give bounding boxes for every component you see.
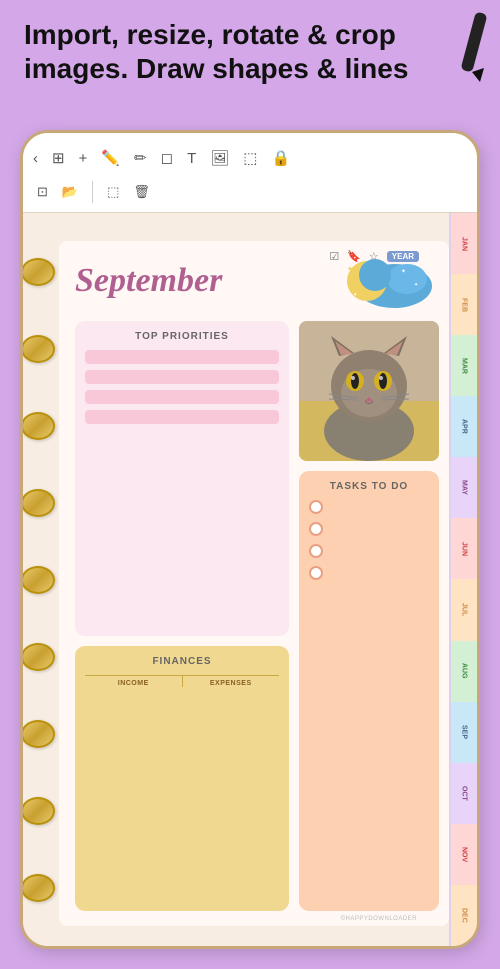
ring-2 [23, 335, 55, 363]
tab-dec[interactable]: DEC [449, 885, 477, 946]
priority-line-1 [85, 350, 279, 364]
lock-icon[interactable]: 🔒 [271, 149, 290, 167]
toolbar-row2: ⊡ 📂 ⬚ 🗑 [33, 177, 467, 207]
spiral-rings [23, 233, 59, 926]
header-line1: Import, resize, rotate & crop [24, 19, 396, 50]
text-format-icon[interactable]: ⊡ [37, 184, 48, 200]
eraser-icon[interactable]: ◻ [161, 149, 173, 167]
task-item-2 [309, 522, 429, 536]
tab-may[interactable]: MAY [449, 457, 477, 518]
ring-1 [23, 258, 55, 286]
tasks-box: TASKS TO DO [299, 471, 439, 911]
ring-5 [23, 566, 55, 594]
tab-jun[interactable]: JUN [449, 518, 477, 579]
ring-4 [23, 489, 55, 517]
stylus-icon [440, 10, 490, 90]
header-line2: images. Draw shapes & lines [24, 53, 408, 84]
task-item-1 [309, 500, 429, 514]
task-item-3 [309, 544, 429, 558]
task-circle-2[interactable] [309, 522, 323, 536]
toolbar-row1: ‹ ⊞ + ✏️ ✏ ◻ T 🖼 ⬚ 🔒 [33, 139, 467, 177]
left-column: TOP PRIORITIES FINANCES INCOME EXPENSES [75, 321, 289, 911]
folder-icon[interactable]: 📂 [62, 184, 78, 200]
planner-body: ☑ 🔖 ☆ YEAR September ✦ ✦ [59, 241, 449, 926]
device-frame: ‹ ⊞ + ✏️ ✏ ◻ T 🖼 ⬚ 🔒 ⊡ 📂 ⬚ 🗑 [20, 130, 480, 949]
priorities-box: TOP PRIORITIES [75, 321, 289, 636]
priority-line-2 [85, 370, 279, 384]
income-col: INCOME [85, 676, 183, 687]
task-circle-3[interactable] [309, 544, 323, 558]
svg-text:✦: ✦ [347, 265, 353, 273]
tab-nov[interactable]: NOV [449, 824, 477, 885]
text-icon[interactable]: T [187, 150, 196, 167]
watermark: ©HAPPYDOWNLOADER [341, 916, 417, 922]
expenses-col: EXPENSES [183, 676, 280, 687]
ring-9 [23, 874, 55, 902]
back-icon[interactable]: ‹ [33, 150, 38, 167]
priority-line-3 [85, 390, 279, 404]
grid-icon[interactable]: ⊞ [52, 149, 65, 167]
select-icon[interactable]: ⬚ [243, 149, 257, 167]
checkbox-icon[interactable]: ☑ [329, 250, 339, 263]
toolbar: ‹ ⊞ + ✏️ ✏ ◻ T 🖼 ⬚ 🔒 ⊡ 📂 ⬚ 🗑 [23, 133, 477, 213]
toolbar-divider [92, 181, 93, 203]
ring-8 [23, 797, 55, 825]
ring-7 [23, 720, 55, 748]
tab-apr[interactable]: APR [449, 396, 477, 457]
cat-image [299, 321, 439, 461]
image-icon[interactable]: 🖼 [210, 149, 229, 167]
tab-sep[interactable]: SEP [449, 702, 477, 763]
pen-icon[interactable]: ✏️ [101, 149, 120, 167]
ring-6 [23, 643, 55, 671]
task-circle-1[interactable] [309, 500, 323, 514]
task-circle-4[interactable] [309, 566, 323, 580]
task-item-4 [309, 566, 429, 580]
tab-oct[interactable]: OCT [449, 763, 477, 824]
month-title: September [75, 262, 222, 300]
tab-mar[interactable]: MAR [449, 335, 477, 396]
finances-title: FINANCES [85, 656, 279, 667]
delete-icon[interactable]: 🗑 [133, 184, 150, 200]
tasks-title: TASKS TO DO [309, 481, 429, 492]
add-icon[interactable]: + [79, 150, 88, 167]
right-column: TASKS TO DO [299, 321, 439, 911]
svg-text:✦: ✦ [401, 268, 406, 275]
priorities-title: TOP PRIORITIES [85, 331, 279, 342]
finances-box: FINANCES INCOME EXPENSES [75, 646, 289, 911]
month-tabs: JAN FEB MAR APR MAY JUN JUL AUG SEP OCT … [449, 213, 477, 946]
moon-cloud-decoration: ✦ ✦ ✦ ✦ ✦ [339, 251, 439, 311]
priority-line-4 [85, 410, 279, 424]
svg-text:✦: ✦ [414, 282, 418, 288]
cat-photo [299, 321, 439, 461]
ring-3 [23, 412, 55, 440]
planner-area: JAN FEB MAR APR MAY JUN JUL AUG SEP OCT … [23, 213, 477, 946]
svg-text:✦: ✦ [353, 292, 357, 298]
pencil-icon[interactable]: ✏ [134, 149, 147, 167]
header-text: Import, resize, rotate & crop images. Dr… [24, 18, 440, 85]
tab-jan[interactable]: JAN [449, 213, 477, 274]
tab-aug[interactable]: AUG [449, 641, 477, 702]
main-content: TOP PRIORITIES FINANCES INCOME EXPENSES [75, 321, 439, 911]
crop-icon[interactable]: ⬚ [107, 184, 119, 200]
tab-feb[interactable]: FEB [449, 274, 477, 335]
finances-table: INCOME EXPENSES [85, 675, 279, 687]
tab-jul[interactable]: JUL [449, 579, 477, 640]
